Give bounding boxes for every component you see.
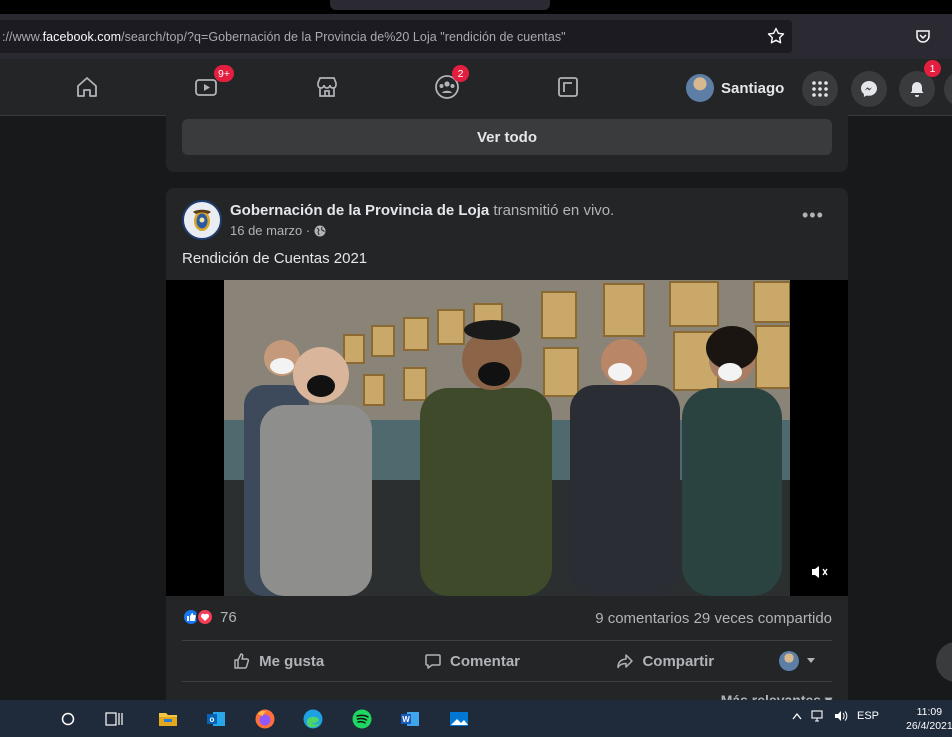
firefox-icon[interactable]: [254, 708, 276, 730]
url-text[interactable]: ://www.facebook.com/search/top/?q=Gobern…: [0, 30, 566, 44]
svg-text:o: o: [210, 715, 215, 724]
word-icon[interactable]: W: [399, 708, 421, 730]
reaction-identity-selector[interactable]: [762, 643, 832, 679]
page-name[interactable]: Gobernación de la Provincia de Loja: [230, 202, 489, 219]
volume-icon[interactable]: [834, 710, 848, 722]
messenger-icon: [861, 81, 877, 97]
post-text: Rendición de Cuentas 2021: [182, 250, 368, 267]
messenger-button[interactable]: [851, 71, 887, 107]
mute-icon[interactable]: [810, 564, 830, 583]
profile-button[interactable]: Santiago: [682, 71, 790, 105]
search-circle-icon[interactable]: [57, 708, 79, 730]
coat-of-arms-icon: [193, 209, 211, 231]
post-card: Gobernación de la Provincia de Loja tran…: [166, 188, 848, 708]
svg-text:W: W: [402, 715, 410, 724]
divider: [182, 681, 832, 682]
avatar: [778, 651, 799, 671]
avatar: [686, 74, 714, 102]
like-button[interactable]: Me gusta: [182, 643, 375, 679]
grid-menu-icon: [812, 81, 828, 97]
edge-icon[interactable]: [302, 708, 324, 730]
home-icon[interactable]: [71, 71, 103, 103]
gaming-icon[interactable]: [552, 71, 584, 103]
browser-toolbar: ://www.facebook.com/search/top/?q=Gobern…: [0, 14, 952, 59]
account-button[interactable]: [944, 71, 952, 107]
engagement-stats: 9 comentarios 29 veces compartido: [595, 610, 832, 627]
marketplace-icon[interactable]: [311, 71, 343, 103]
profile-name: Santiago: [721, 79, 785, 97]
search-results-card: Ver todo: [166, 106, 848, 172]
see-all-button[interactable]: Ver todo: [182, 119, 832, 155]
photos-icon[interactable]: [448, 708, 470, 730]
video-frame[interactable]: [224, 280, 790, 596]
notifications-badge: 1: [924, 60, 941, 77]
post-date-text: 16 de marzo ·: [230, 223, 311, 238]
address-bar[interactable]: ://www.facebook.com/search/top/?q=Gobern…: [0, 20, 792, 53]
share-icon: [617, 654, 634, 669]
network-icon[interactable]: [811, 710, 825, 722]
caret-down-icon: [806, 658, 815, 663]
video-player[interactable]: [166, 280, 848, 596]
outlook-icon[interactable]: o: [205, 708, 227, 730]
clock-date: 26/4/2021: [906, 720, 952, 732]
watch-badge: 9+: [214, 65, 234, 82]
comment-button[interactable]: Comentar: [375, 643, 568, 679]
clock-time: 11:09: [916, 706, 943, 718]
file-explorer-icon[interactable]: [157, 708, 179, 730]
browser-tab[interactable]: [330, 0, 550, 10]
system-tray: ESP: [792, 710, 879, 722]
reactions-summary[interactable]: 76: [182, 608, 237, 626]
groups-badge: 2: [452, 65, 469, 82]
bookmark-star-icon[interactable]: [766, 26, 786, 46]
chevron-up-icon[interactable]: [792, 712, 802, 720]
post-header: Gobernación de la Provincia de Loja tran…: [230, 202, 614, 219]
bell-icon: [910, 82, 924, 97]
share-button[interactable]: Compartir: [569, 643, 762, 679]
browser-tab-strip: [0, 0, 952, 14]
windows-taskbar: o W ESP 11:09 26/4/2021: [0, 700, 952, 737]
divider: [182, 640, 832, 641]
taskbar-clock[interactable]: 11:09 26/4/2021: [906, 705, 952, 733]
input-language[interactable]: ESP: [857, 710, 879, 722]
post-date[interactable]: 16 de marzo ·: [230, 223, 326, 238]
pocket-icon[interactable]: [914, 28, 932, 46]
globe-icon: [314, 225, 326, 236]
thumbs-up-icon: [234, 653, 250, 669]
post-action-text: transmitió en vivo.: [493, 202, 615, 219]
comment-icon: [425, 654, 441, 669]
post-actions: Me gusta Comentar Compartir: [182, 643, 832, 679]
reaction-count: 76: [220, 608, 237, 626]
page-avatar[interactable]: [182, 200, 222, 240]
love-reaction-icon: [196, 608, 214, 626]
comments-count-link[interactable]: 9 comentarios: [595, 610, 689, 627]
more-options-icon[interactable]: •••: [802, 206, 824, 224]
like-label: Me gusta: [259, 652, 325, 670]
new-message-button[interactable]: [936, 642, 952, 682]
shares-count-link[interactable]: 29 veces compartido: [694, 610, 832, 627]
menu-button[interactable]: [802, 71, 838, 107]
share-label: Compartir: [642, 652, 715, 670]
video-scene-image: [224, 280, 790, 596]
task-view-icon[interactable]: [103, 708, 125, 730]
spotify-icon[interactable]: [351, 708, 373, 730]
comment-label: Comentar: [449, 652, 520, 670]
